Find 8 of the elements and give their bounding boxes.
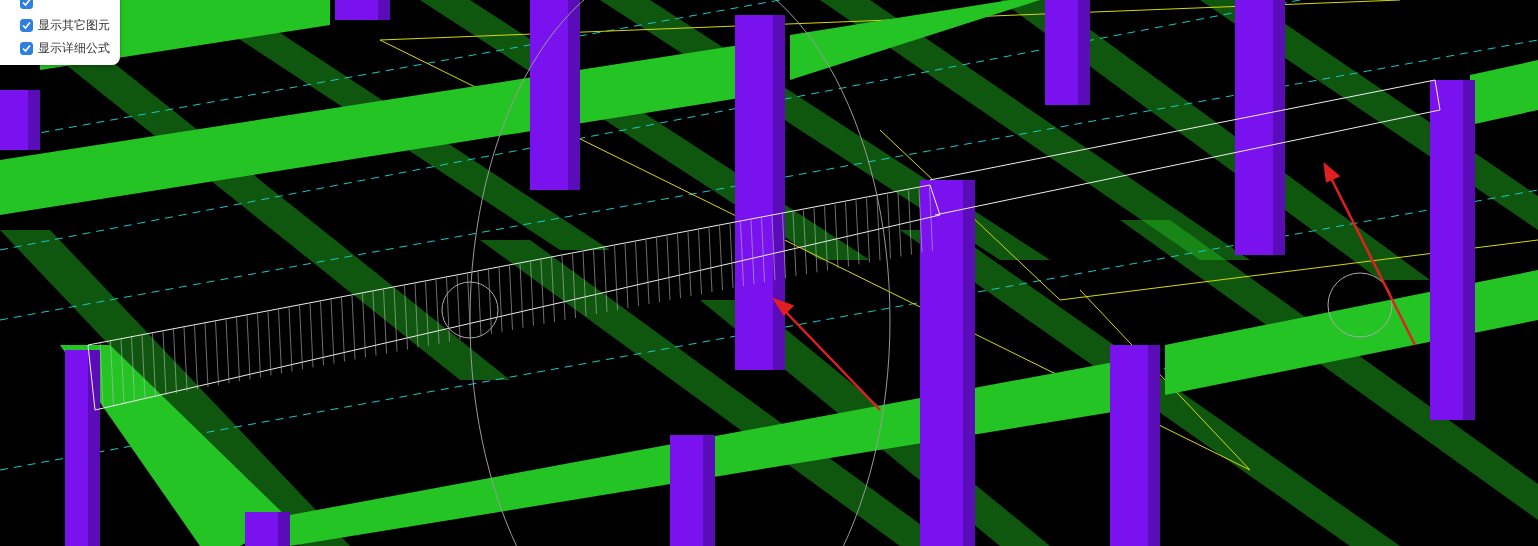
checkbox[interactable] <box>20 42 33 55</box>
option-label: 显示其它图元 <box>38 17 110 34</box>
column <box>0 90 40 150</box>
circle-outline <box>1327 272 1393 338</box>
column <box>245 512 290 546</box>
checkbox[interactable] <box>20 19 33 32</box>
option-label: 显示详细公式 <box>38 40 110 57</box>
column <box>335 0 390 20</box>
